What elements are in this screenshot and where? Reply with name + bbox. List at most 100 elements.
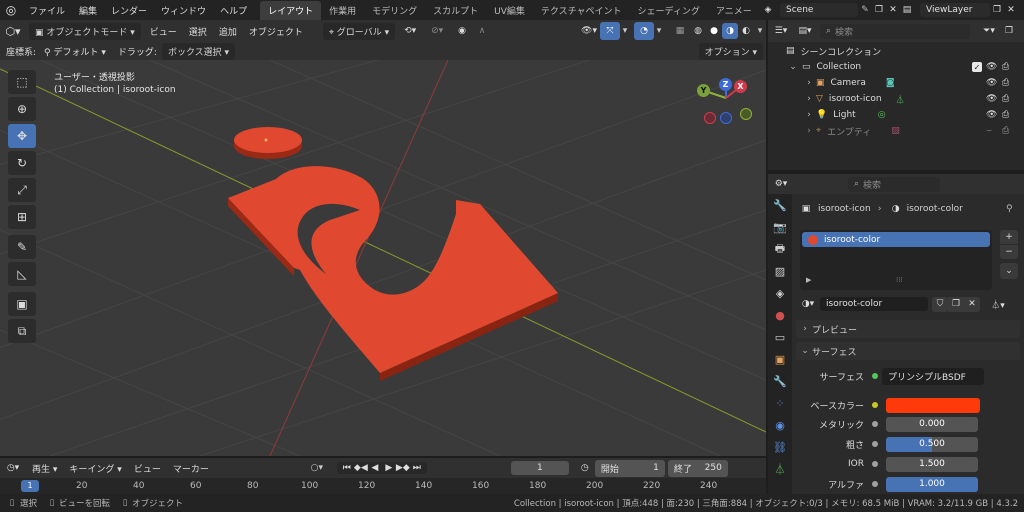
duplicate-material-icon[interactable]: ❐ (948, 296, 964, 312)
world-tab-icon[interactable]: ● (768, 304, 792, 326)
blender-logo-icon[interactable]: ◎ (0, 0, 22, 20)
eye-icon[interactable]: 👁 (986, 94, 997, 104)
tab-animation[interactable]: アニメー (708, 1, 760, 20)
chevron-right-icon[interactable]: › (804, 94, 814, 104)
playback-menu[interactable]: 再生 ▾ (26, 462, 63, 475)
shading-solid-icon[interactable]: ● (706, 26, 722, 36)
tab-shading[interactable]: シェーディング (630, 1, 708, 20)
image-data-icon[interactable]: ▨ (891, 126, 900, 136)
roughness-slider[interactable]: 0.500 (886, 436, 978, 452)
collection-tab-icon[interactable]: ▭ (768, 326, 792, 348)
drag-dropdown[interactable]: ボックス選択 ▾ (161, 42, 236, 60)
frame-range-icon[interactable]: ◷ (575, 463, 595, 473)
play-icon[interactable]: ▶ (382, 463, 396, 473)
pin-icon[interactable]: ✎ (858, 5, 872, 15)
gizmo-z-handle[interactable]: Z (719, 78, 732, 91)
add-slot-icon[interactable]: + (1000, 230, 1018, 244)
ior-slider[interactable]: 1.500 (886, 456, 978, 472)
end-frame-field[interactable]: 終了 250 (667, 459, 728, 477)
rotate-icon[interactable]: ↻ (8, 151, 36, 175)
view-layer-name[interactable]: ViewLayer (920, 3, 990, 17)
outliner-editor-icon[interactable]: ☰▾ (768, 26, 794, 36)
orientation-dropdown[interactable]: ⌖ グローバル ▾ (322, 22, 396, 40)
surface-shader-field[interactable]: プリンシプルBSDF (882, 367, 984, 385)
shading-wireframe-icon[interactable]: ◍ (690, 26, 706, 36)
gizmo-neg-y-handle[interactable] (740, 108, 752, 120)
constraints-tab-icon[interactable]: ⛓ (768, 436, 792, 458)
menu-window[interactable]: ウィンドウ (154, 4, 213, 17)
navigation-gizmo[interactable]: Y Z X (694, 76, 760, 126)
unlink-material-icon[interactable]: ✕ (964, 296, 980, 312)
add-cube-icon[interactable]: ▣ (8, 292, 36, 316)
overlay-toggle-icon[interactable]: ◔ (634, 22, 654, 40)
editor-type-icon[interactable]: ⬡▾ (0, 25, 26, 38)
coordinate-system-dropdown[interactable]: ⚲ デフォルト ▾ (38, 45, 112, 58)
tab-texture-paint[interactable]: テクスチャペイント (533, 1, 630, 20)
shading-material-icon[interactable]: ◑ (722, 23, 738, 39)
menu-object[interactable]: オブジェクト (243, 25, 309, 38)
base-color-swatch[interactable] (886, 397, 980, 413)
gizmo-toggle-icon[interactable]: ⤧ (600, 22, 620, 40)
physics-tab-icon[interactable]: ◉ (768, 414, 792, 436)
camera-render-icon[interactable]: ⎙ (1002, 62, 1009, 72)
material-name-field[interactable]: isoroot-color (820, 297, 928, 311)
properties-search[interactable]: ⌕ 検索 (848, 176, 940, 192)
proportional-edit-icon[interactable]: ◉ (452, 26, 472, 36)
menu-view[interactable]: ビュー (144, 25, 183, 38)
menu-file[interactable]: ファイル (22, 4, 72, 17)
outliner-row-empty[interactable]: › ⌖ エンプティ ▨ ⌣ ⎙ (768, 123, 1024, 139)
tab-sculpt[interactable]: スカルプト (425, 1, 486, 20)
fake-user-icon[interactable]: ⛉ (932, 296, 948, 312)
current-frame-field[interactable]: 1 (510, 461, 569, 475)
start-frame-field[interactable]: 開始 1 (594, 459, 665, 477)
shading-rendered-icon[interactable]: ◐ (738, 26, 754, 36)
keying-menu[interactable]: キーイング ▾ (63, 462, 127, 475)
visibility-icon[interactable]: 👁▾ (578, 26, 600, 36)
outliner-row-light[interactable]: › 💡 Light ◎ 👁 ⎙ (768, 107, 1024, 123)
display-mode-icon[interactable]: ▤▾ (794, 26, 816, 36)
tab-layout[interactable]: レイアウト (260, 0, 322, 20)
delete-view-layer-icon[interactable]: ✕ (1004, 5, 1018, 15)
scene-tab-icon[interactable]: ◈ (768, 282, 792, 304)
options-dropdown[interactable]: オプション ▾ (698, 42, 763, 60)
modifier-tab-icon[interactable]: 🔧 (768, 370, 792, 392)
gizmo-x-handle[interactable]: X (734, 80, 747, 93)
scene-icon[interactable]: ◈ (760, 5, 776, 15)
transform-orient-icon[interactable]: ⧉ (8, 319, 36, 343)
menu-select[interactable]: 選択 (183, 25, 213, 38)
pivot-icon[interactable]: ⟲▾ (398, 26, 422, 36)
xray-icon[interactable]: ▦ (670, 26, 690, 36)
timeline-editor-icon[interactable]: ◷▾ (0, 463, 26, 473)
tab-work[interactable]: 作業用 (321, 1, 364, 20)
snap-icon[interactable]: ⊘▾ (422, 26, 452, 36)
view-layer-tab-icon[interactable]: ▨ (768, 260, 792, 282)
metallic-slider[interactable]: 0.000 (886, 416, 978, 432)
camera-render-icon[interactable]: ⎙ (1002, 126, 1009, 136)
object-tab-icon[interactable]: ▣ (768, 348, 792, 370)
material-slot-list[interactable]: isoroot-color ▶ ⁞⁞⁞ (800, 230, 992, 290)
viewport-canvas[interactable] (0, 60, 766, 456)
menu-help[interactable]: ヘルプ (213, 4, 254, 17)
eye-icon[interactable]: 👁 (986, 62, 997, 72)
eye-icon[interactable]: 👁 (986, 78, 997, 88)
chevron-right-icon[interactable]: › (804, 78, 814, 88)
chevron-right-icon[interactable]: › (804, 126, 814, 136)
auto-key-icon[interactable]: ○▾ (303, 463, 331, 473)
transform-icon[interactable]: ⊞ (8, 205, 36, 229)
camera-render-icon[interactable]: ⎙ (1002, 110, 1009, 120)
render-tab-icon[interactable]: 📷 (768, 216, 792, 238)
camera-data-icon[interactable]: ◙ (886, 78, 895, 88)
chevron-right-icon[interactable]: › (804, 110, 814, 120)
menu-add[interactable]: 追加 (213, 25, 243, 38)
shading-dropdown-icon[interactable]: ▾ (754, 26, 766, 36)
annotate-icon[interactable]: ✎ (8, 235, 36, 259)
surface-panel-header[interactable]: ⌄ サーフェス (796, 342, 1020, 360)
timeline-ruler[interactable]: 1 20 40 60 80 100 120 140 160 180 200 22… (0, 478, 766, 494)
scene-name[interactable]: Scene (780, 3, 858, 17)
tool-tab-icon[interactable]: 🔧 (768, 194, 792, 216)
filter-icon[interactable]: ⏷▾ (978, 26, 1000, 36)
expand-list-icon[interactable]: ▶ (806, 276, 811, 284)
play-reverse-icon[interactable]: ◀ (368, 463, 382, 473)
light-data-icon[interactable]: ◎ (878, 110, 886, 120)
move-icon[interactable]: ✥ (8, 124, 36, 148)
